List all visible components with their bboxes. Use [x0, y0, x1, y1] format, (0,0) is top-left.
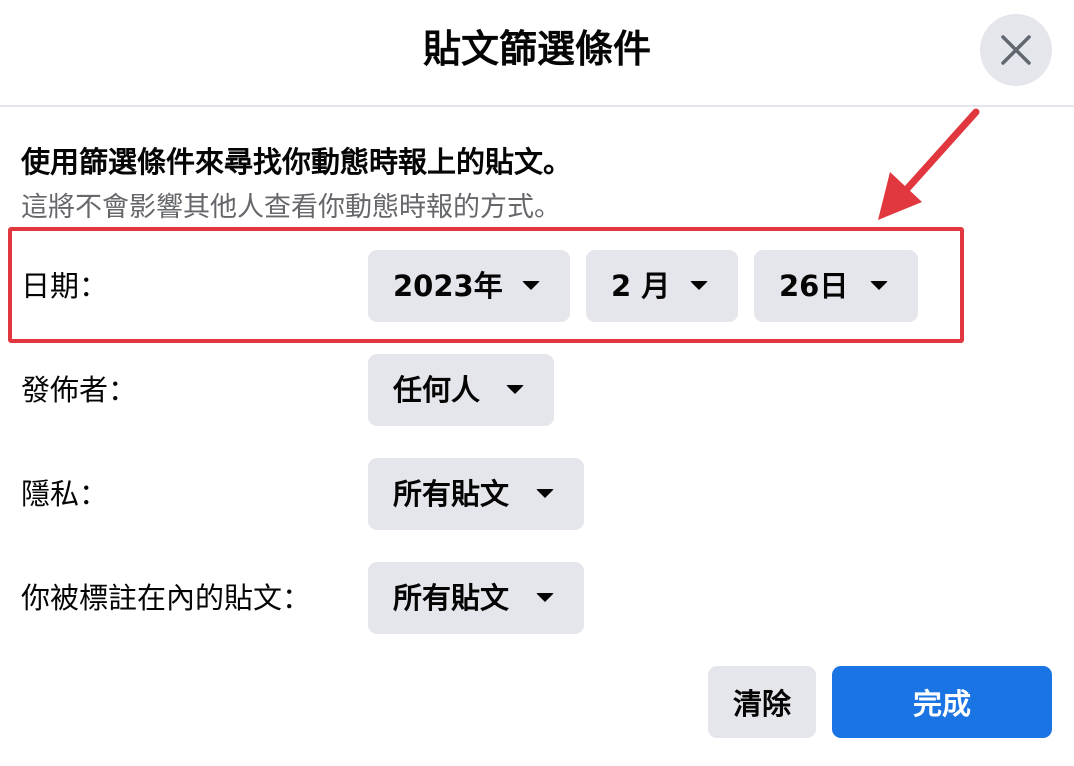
tagged-dropdown[interactable]: 所有貼文 — [368, 562, 584, 634]
caret-down-icon — [536, 489, 554, 498]
close-button[interactable] — [980, 14, 1052, 86]
privacy-dropdown-value: 所有貼文 — [393, 477, 510, 511]
done-button[interactable]: 完成 — [832, 666, 1052, 738]
dialog-title: 貼文篩選條件 — [422, 27, 651, 71]
caret-down-icon — [506, 385, 524, 394]
intro-subtitle: 這將不會影響其他人查看你動態時報的方式。 — [21, 192, 561, 223]
privacy-dropdown[interactable]: 所有貼文 — [368, 458, 584, 530]
tagged-label: 你被標註在內的貼文： — [21, 581, 312, 615]
poster-label: 發佈者： — [21, 373, 138, 407]
close-icon — [1001, 35, 1031, 65]
tagged-dropdown-value: 所有貼文 — [393, 581, 510, 615]
privacy-label: 隱私： — [21, 477, 109, 511]
post-filter-dialog: 貼文篩選條件 使用篩選條件來尋找你動態時報上的貼文。 這將不會影響其他人查看你動… — [0, 0, 1074, 766]
clear-button[interactable]: 清除 — [708, 666, 816, 738]
caret-down-icon — [536, 593, 554, 602]
poster-dropdown[interactable]: 任何人 — [368, 354, 554, 426]
poster-dropdown-value: 任何人 — [393, 373, 481, 407]
highlight-box — [8, 227, 964, 343]
dialog-header: 貼文篩選條件 — [0, 0, 1074, 107]
intro-title: 使用篩選條件來尋找你動態時報上的貼文。 — [21, 145, 573, 179]
